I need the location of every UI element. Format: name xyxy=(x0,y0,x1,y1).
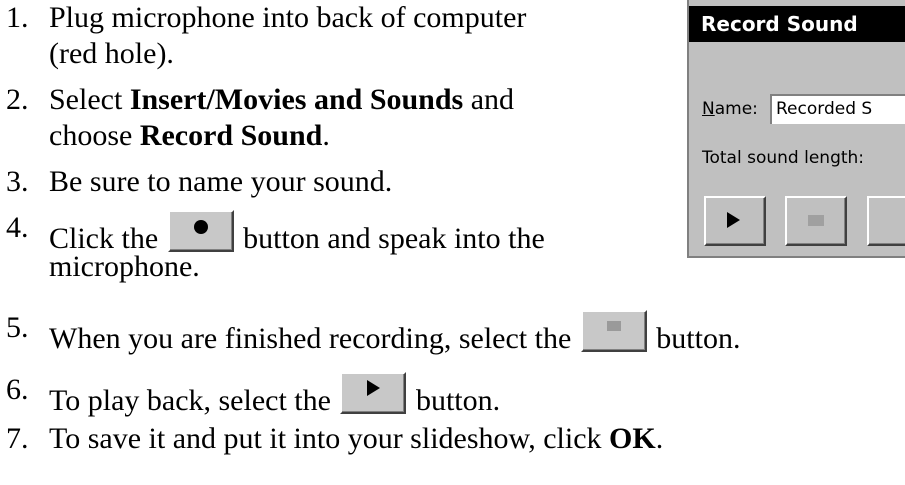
step-number: 3. xyxy=(6,165,29,198)
step-text: (red hole). xyxy=(49,37,174,70)
step-text-part: button. xyxy=(415,384,501,417)
step-text: Select Insert/Movies and Sounds and xyxy=(49,82,514,118)
step-number: 4. xyxy=(6,211,29,244)
total-sound-length-label: Total sound length: xyxy=(702,148,865,168)
step-number: 2. xyxy=(6,83,29,116)
step-number: 5. xyxy=(6,311,29,344)
step-text: To save it and put it into your slidesho… xyxy=(49,421,663,457)
record-icon xyxy=(193,220,208,234)
play-button-image xyxy=(340,372,407,414)
record-sound-dialog: Record Sound Name: Recorded S Total soun… xyxy=(687,0,905,258)
step-text-part: To save it and put it into your slidesho… xyxy=(49,422,610,455)
name-label-rest: ame: xyxy=(714,99,758,119)
stop-button[interactable] xyxy=(785,196,847,246)
step-text-part: To play back, select the xyxy=(49,384,331,417)
step-text-part: When you are finished recording, select … xyxy=(49,322,572,355)
command-name: Record Sound xyxy=(139,119,323,152)
stop-button-image xyxy=(580,310,647,352)
step-number: 6. xyxy=(6,373,29,406)
step-text: microphone. xyxy=(49,250,200,283)
menu-path: Insert/Movies and Sounds xyxy=(129,83,464,116)
record-button[interactable] xyxy=(867,196,905,246)
step-text: When you are finished recording, select … xyxy=(49,310,740,357)
sound-name-input[interactable]: Recorded S xyxy=(770,94,905,124)
ok-label: OK xyxy=(609,422,656,455)
name-label: Name: xyxy=(702,99,758,119)
step-text: Be sure to name your sound. xyxy=(49,165,393,198)
step-text-part: button. xyxy=(656,322,741,355)
stop-icon xyxy=(606,321,621,331)
play-button[interactable] xyxy=(704,196,766,246)
step-text-part: . xyxy=(322,119,330,152)
step-number: 7. xyxy=(6,422,29,455)
play-icon xyxy=(727,212,740,228)
step-text: Plug microphone into back of computer xyxy=(49,1,527,34)
record-button-image xyxy=(167,210,234,252)
step-text-part: button and speak into the xyxy=(243,222,545,255)
step-text-part: Select xyxy=(49,83,130,116)
name-label-mnemonic: N xyxy=(702,99,715,119)
step-text: To play back, select the button. xyxy=(49,372,500,419)
step-text: choose Record Sound. xyxy=(49,118,330,154)
step-text-part: . xyxy=(655,422,664,455)
step-text-part: choose xyxy=(49,119,140,152)
step-text-part: and xyxy=(463,83,515,116)
stop-icon xyxy=(808,215,824,226)
step-number: 1. xyxy=(6,1,29,34)
play-icon xyxy=(367,380,381,396)
dialog-title: Record Sound xyxy=(689,6,905,42)
